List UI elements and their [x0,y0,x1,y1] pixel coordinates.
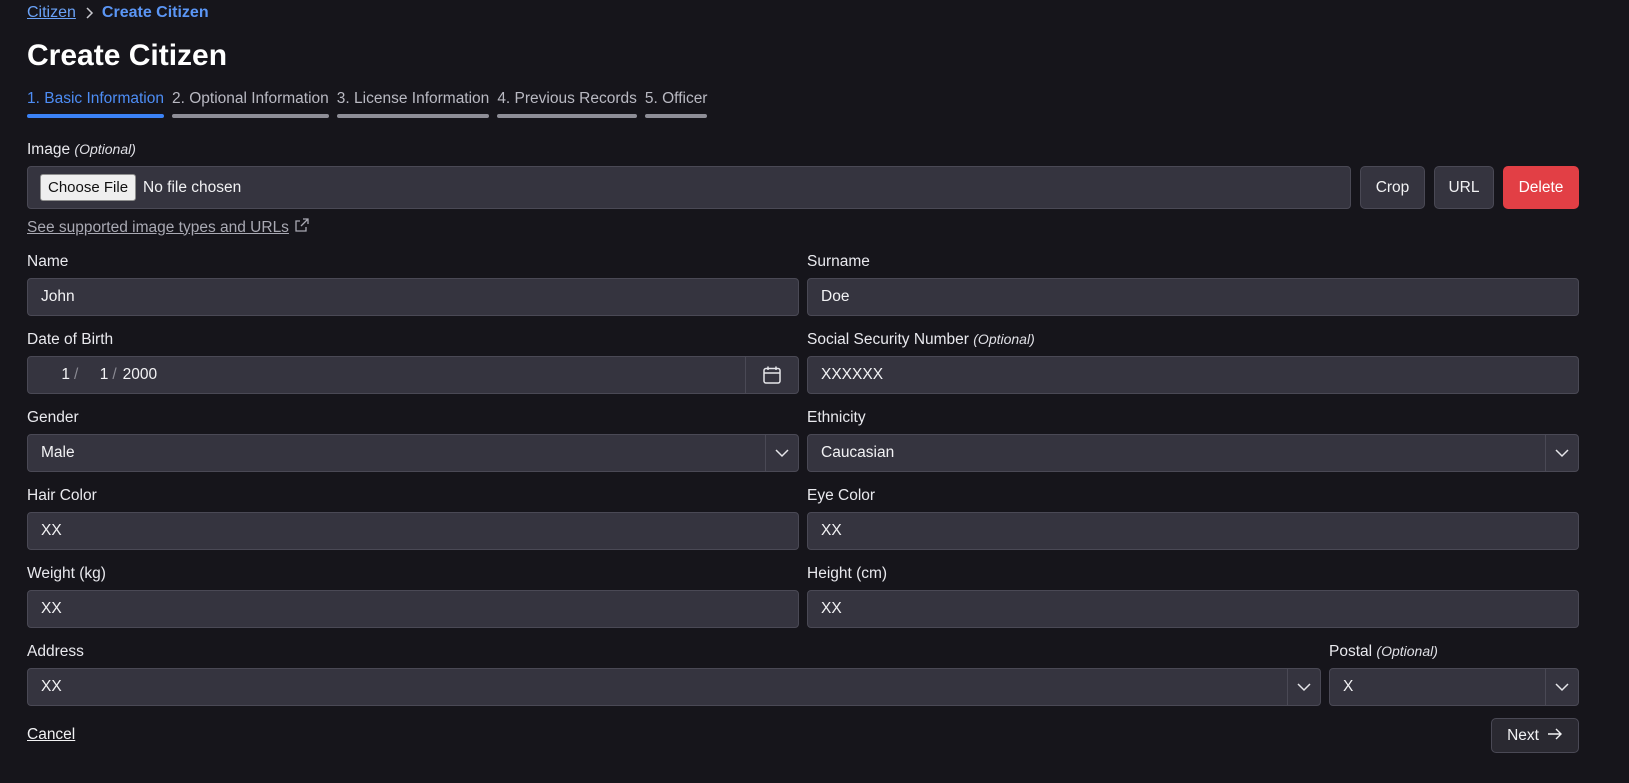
hair-color-value: XX [41,522,62,539]
gender-select[interactable]: Male [27,434,799,472]
crop-button[interactable]: Crop [1360,166,1425,209]
weight-label: Weight (kg) [27,565,106,582]
postal-label-text: Postal [1329,643,1373,660]
step-label: 3. License Information [336,90,490,107]
hair-color-label: Hair Color [27,487,97,504]
ethnicity-select[interactable]: Caucasian [807,434,1579,472]
step-optional-information[interactable]: 2. Optional Information [171,90,329,118]
postal-select[interactable]: X [1329,668,1579,706]
breadcrumb-citizen-link[interactable]: Citizen [27,4,76,22]
eye-color-value: XX [821,522,842,539]
dob-label: Date of Birth [27,331,114,348]
optional-hint: (Optional) [74,141,136,157]
choose-file-button[interactable]: Choose File [40,174,137,201]
name-value: John [41,288,75,305]
breadcrumb-current: Create Citizen [101,4,209,21]
step-label: 2. Optional Information [171,90,329,107]
step-previous-records[interactable]: 4. Previous Records [497,90,637,118]
name-input[interactable]: John [27,278,799,316]
step-indicator [171,114,329,118]
step-indicator [497,114,637,118]
url-button[interactable]: URL [1434,166,1494,209]
step-label: 5. Officer [644,90,708,107]
ssn-label-text: Social Security Number [807,331,969,348]
optional-hint: (Optional) [973,331,1035,347]
dob-year[interactable]: 2000 [123,366,157,384]
ethnicity-label: Ethnicity [807,409,866,426]
image-file-input[interactable]: Choose File No file chosen [27,166,1351,209]
step-license-information[interactable]: 3. License Information [336,90,490,118]
step-indicator [644,114,708,118]
chevron-right-icon [82,6,96,20]
ssn-value: XXXXXX [821,366,884,383]
step-officer[interactable]: 5. Officer [644,90,708,118]
arrow-right-icon [1547,727,1563,745]
next-label: Next [1507,726,1539,744]
date-of-birth-input[interactable]: 1/ 1/ 2000 [27,356,799,394]
chevron-down-icon[interactable] [1545,435,1578,471]
address-label: Address [27,643,84,660]
step-tabs: 1. Basic Information 2. Optional Informa… [27,90,708,118]
next-button[interactable]: Next [1491,718,1579,753]
external-link-icon [294,217,310,238]
ssn-label: Social Security Number (Optional) [807,331,1035,349]
step-label: 1. Basic Information [27,90,164,107]
ethnicity-value: Caucasian [821,444,895,461]
height-label: Height (cm) [807,565,888,582]
dob-day[interactable]: 1 [84,366,109,384]
step-label: 4. Previous Records [497,90,637,107]
ssn-input[interactable]: XXXXXX [807,356,1579,394]
chevron-down-icon[interactable] [1287,669,1320,705]
image-label-text: Image [27,141,71,158]
postal-value: X [1343,678,1354,695]
name-label: Name [27,253,69,270]
chevron-down-icon[interactable] [765,435,798,471]
step-basic-information[interactable]: 1. Basic Information [27,90,164,118]
address-select[interactable]: XX [27,668,1321,706]
weight-input[interactable]: XX [27,590,799,628]
cancel-button[interactable]: Cancel [27,726,75,744]
surname-value: Doe [821,288,850,305]
gender-value: Male [41,444,75,461]
surname-label: Surname [807,253,870,270]
supported-image-types-link[interactable]: See supported image types and URLs [27,217,310,238]
page-title: Create Citizen [27,39,228,72]
step-indicator [336,114,490,118]
no-file-text: No file chosen [143,178,242,196]
optional-hint: (Optional) [1376,643,1438,659]
step-indicator [27,114,164,118]
dob-month[interactable]: 1 [28,366,70,384]
postal-label: Postal (Optional) [1329,643,1438,661]
help-link-text: See supported image types and URLs [27,218,289,236]
breadcrumb: Citizen Create Citizen [27,4,209,22]
gender-label: Gender [27,409,79,426]
surname-input[interactable]: Doe [807,278,1579,316]
eye-color-label: Eye Color [807,487,876,504]
create-citizen-page: Citizen Create Citizen Create Citizen 1.… [0,0,1629,783]
address-value: XX [41,678,62,695]
calendar-icon[interactable] [745,357,798,393]
height-input[interactable]: XX [807,590,1579,628]
height-value: XX [821,600,842,617]
hair-color-input[interactable]: XX [27,512,799,550]
image-label: Image (Optional) [27,141,136,159]
chevron-down-icon[interactable] [1545,669,1578,705]
eye-color-input[interactable]: XX [807,512,1579,550]
delete-button[interactable]: Delete [1503,166,1579,209]
weight-value: XX [41,600,62,617]
